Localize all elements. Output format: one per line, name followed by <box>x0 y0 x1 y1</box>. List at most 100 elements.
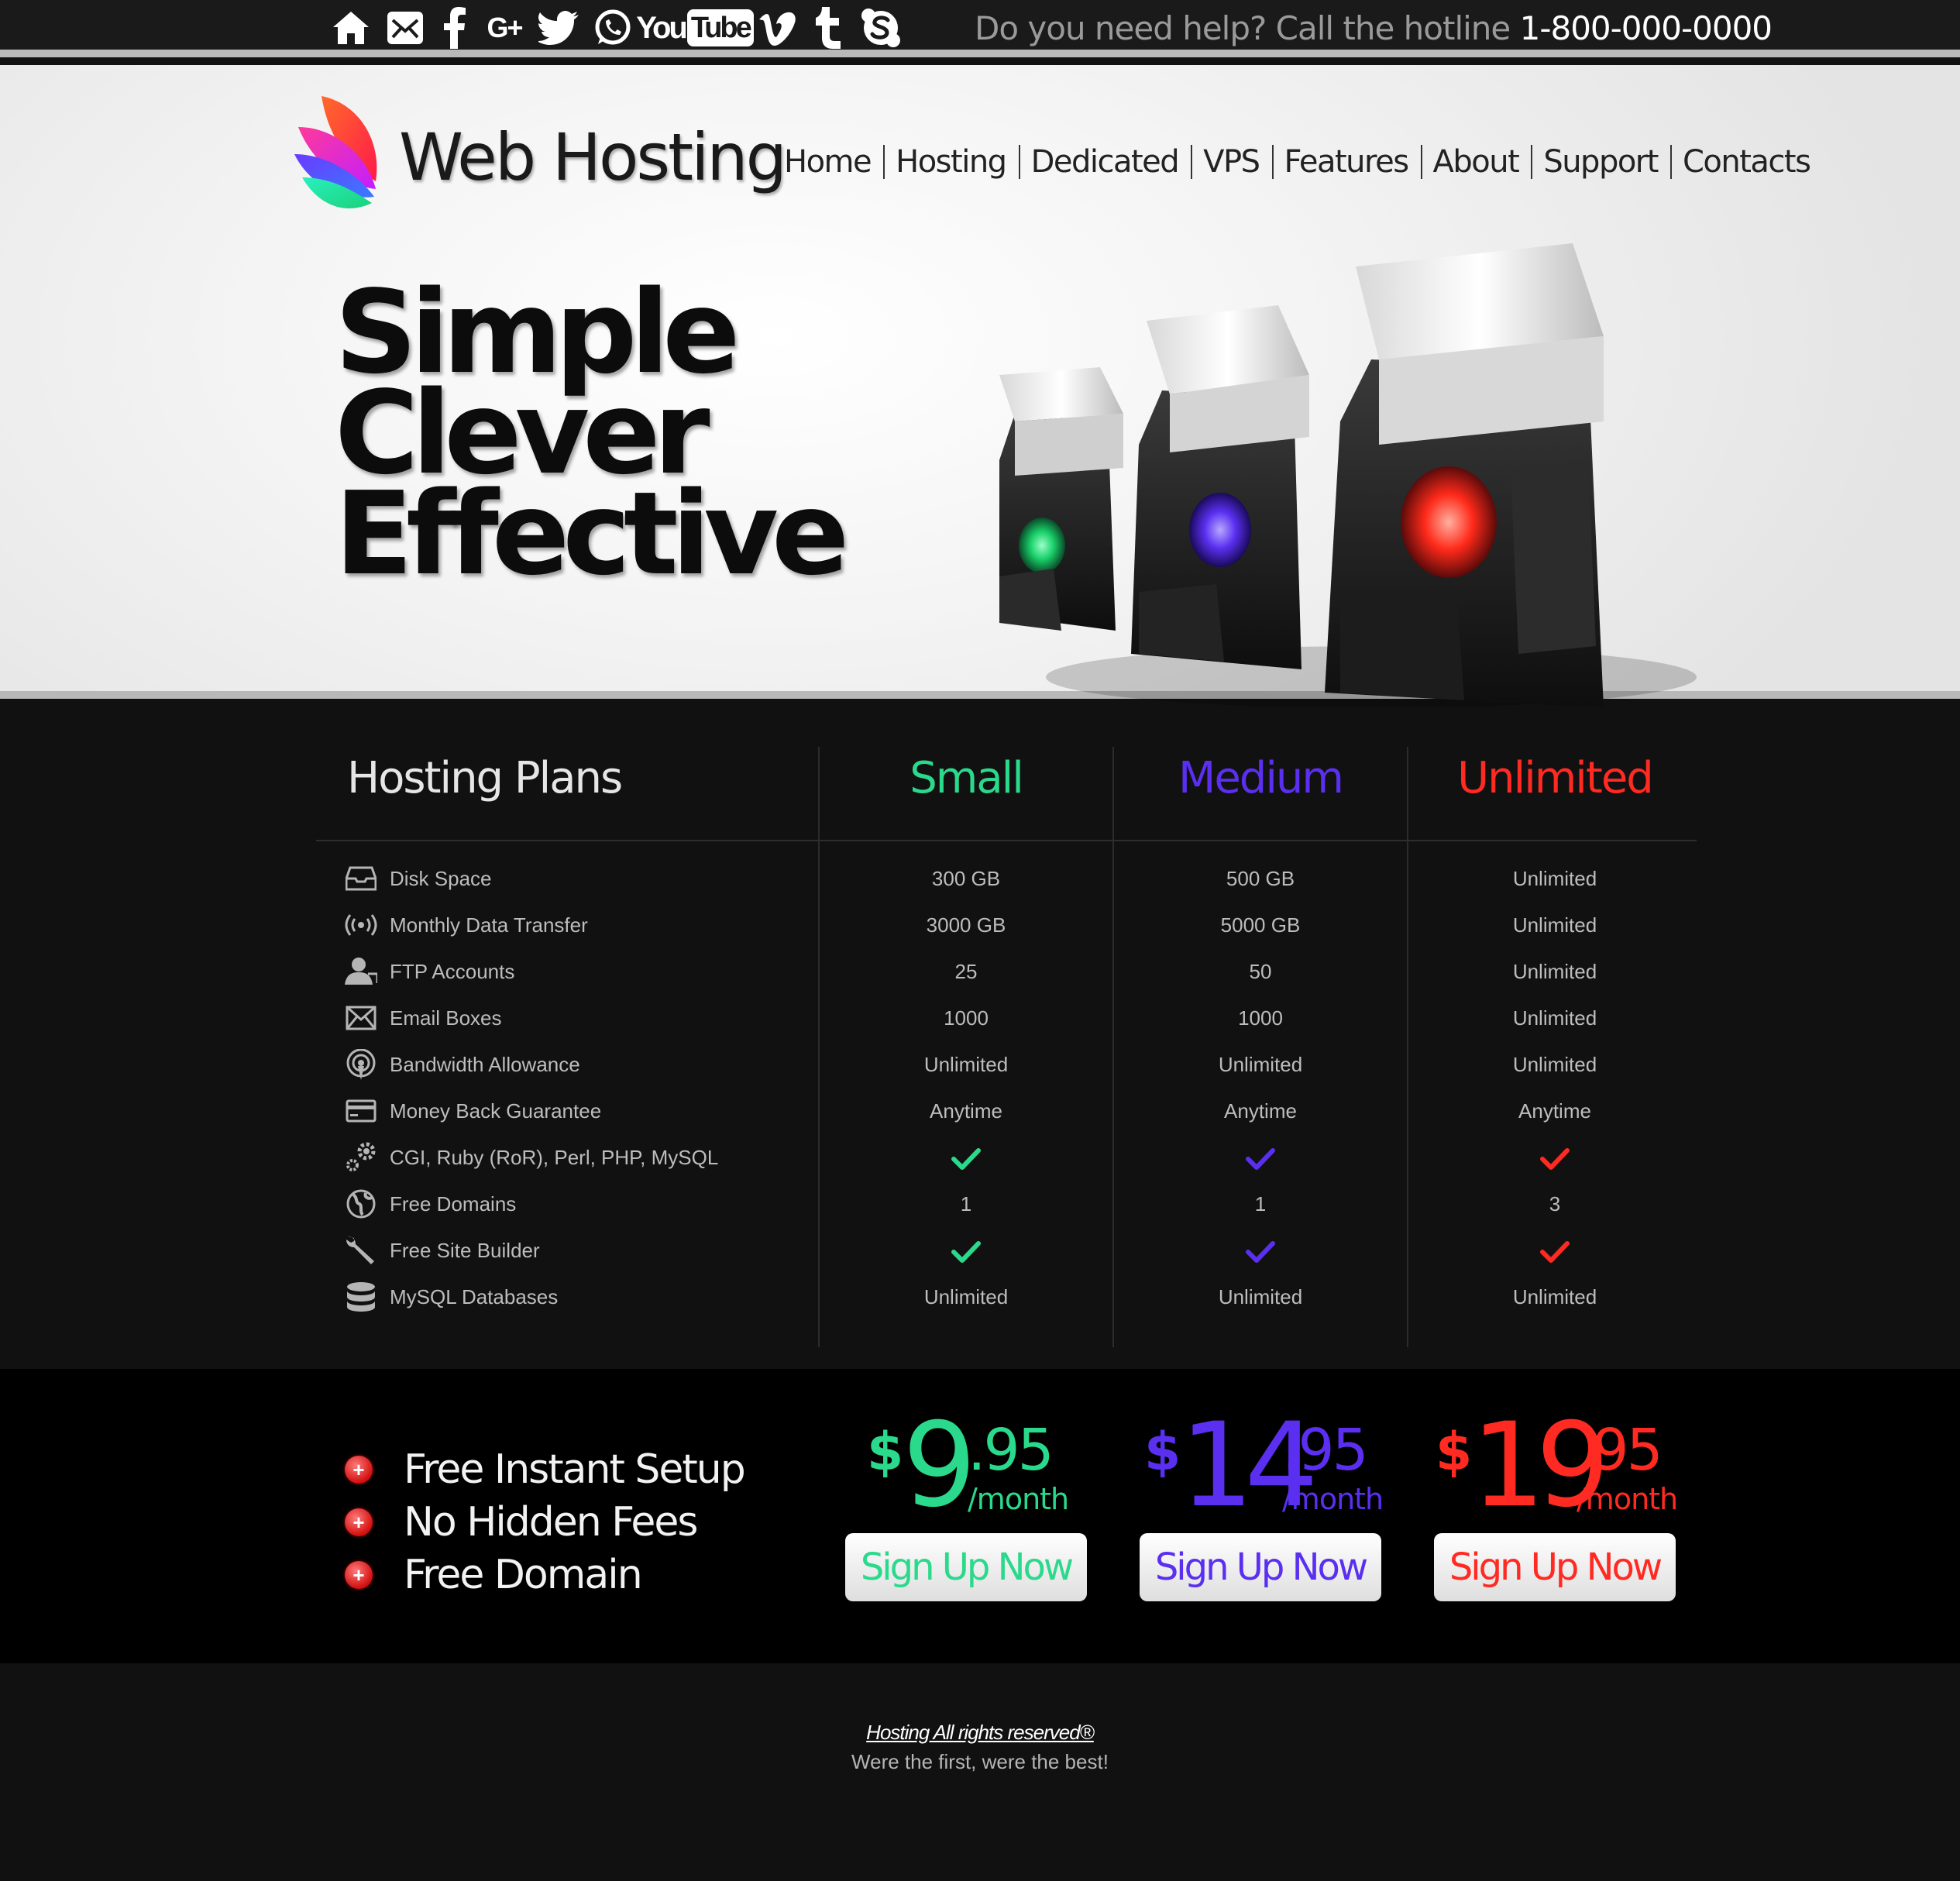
tumblr-icon[interactable] <box>810 5 848 51</box>
nav-dedicated[interactable]: Dedicated <box>1031 144 1188 180</box>
feature-row-label: Bandwidth Allowance <box>345 1041 580 1088</box>
hero-line-3: Effective <box>335 467 849 600</box>
perk-label: Free Domain <box>404 1552 643 1598</box>
feature-row-label: Free Domains <box>345 1181 516 1227</box>
feature-row-label: CGI, Ruby (RoR), Perl, PHP, MySQL <box>345 1134 718 1181</box>
feature-value: Anytime <box>930 1099 1002 1123</box>
feature-label: Monthly Data Transfer <box>390 913 588 937</box>
footer: Hosting All rights reserved® Were the fi… <box>0 1663 1960 1881</box>
feature-value: Unlimited <box>1512 960 1597 983</box>
twitter-icon[interactable] <box>537 5 580 51</box>
price-cents: .95 <box>1282 1417 1369 1484</box>
home-icon[interactable] <box>329 5 373 51</box>
plan-head-medium: Medium <box>1178 753 1344 803</box>
feature-label: Email Boxes <box>390 1006 502 1030</box>
feature-label: Free Domains <box>390 1192 517 1216</box>
check-icon <box>1113 1227 1408 1274</box>
feature-value: 25 <box>954 960 978 983</box>
plan-head-unlimited: Unlimited <box>1457 753 1654 803</box>
nav-hosting[interactable]: Hosting <box>896 144 1015 180</box>
facebook-icon[interactable] <box>438 5 472 51</box>
price-period: /month <box>1577 1482 1678 1516</box>
feature-row-label: Monthly Data Transfer <box>345 902 588 948</box>
logo-icon[interactable] <box>291 88 391 212</box>
server-unlimited <box>1325 243 1604 708</box>
nav-divider <box>1420 145 1422 179</box>
feature-value: 1000 <box>1238 1006 1283 1030</box>
feature-row-label: Email Boxes <box>345 995 502 1041</box>
feature-value: Anytime <box>1224 1099 1297 1123</box>
youtube-icon[interactable]: You Tube <box>636 5 754 51</box>
globe-icon <box>345 1188 377 1220</box>
pricing-section: + Free Instant Setup + No Hidden Fees + … <box>0 1369 1960 1663</box>
signup-button-unlimited[interactable]: Sign Up Now <box>1434 1533 1676 1601</box>
price-whole: 9 <box>903 1398 977 1533</box>
server-small <box>999 367 1123 631</box>
feature-value: Unlimited <box>923 1285 1009 1308</box>
feature-value: Unlimited <box>1218 1285 1303 1308</box>
credit-card-icon <box>345 1095 377 1127</box>
whatsapp-icon[interactable] <box>591 5 634 51</box>
feature-label: Bandwidth Allowance <box>390 1052 580 1076</box>
plus-circle-icon: + <box>345 1508 373 1536</box>
nav-about[interactable]: About <box>1433 144 1528 180</box>
feature-value: 3000 GB <box>926 913 1006 937</box>
hero-headline: Simple Clever Effective <box>335 275 877 600</box>
feature-label: FTP Accounts <box>390 959 515 983</box>
nav-support[interactable]: Support <box>1543 144 1667 180</box>
google-plus-icon[interactable]: G+ <box>483 5 526 51</box>
server-medium <box>1131 305 1309 669</box>
main-nav: Home Hosting Dedicated VPS Features Abou… <box>784 144 1819 180</box>
feature-value: 1 <box>1254 1192 1267 1216</box>
price-medium: $14.95/month <box>1113 1408 1408 1524</box>
nav-divider <box>1531 145 1533 179</box>
perk-label: No Hidden Fees <box>404 1499 698 1546</box>
mail-icon[interactable] <box>383 5 427 51</box>
header-divider <box>316 840 1697 841</box>
vimeo-icon[interactable] <box>755 5 799 51</box>
price-period: /month <box>968 1482 1069 1516</box>
feature-label: Disk Space <box>390 866 492 890</box>
plan-head-small: Small <box>910 753 1024 803</box>
wrench-icon <box>345 1234 377 1267</box>
nav-contacts[interactable]: Contacts <box>1683 144 1819 180</box>
feature-value: 3 <box>1549 1192 1561 1216</box>
nav-features[interactable]: Features <box>1284 144 1418 180</box>
feature-value: 1000 <box>944 1006 989 1030</box>
feature-value: 1 <box>960 1192 972 1216</box>
hotline: Do you need help? Call the hotline 1-800… <box>975 9 1773 48</box>
google-plus-label: G+ <box>487 12 523 43</box>
check-icon <box>1113 1134 1408 1181</box>
nav-home[interactable]: Home <box>784 144 880 180</box>
feature-value: 500 GB <box>1226 867 1295 890</box>
price-cents: .95 <box>1577 1417 1663 1484</box>
feature-row-label: FTP Accounts <box>345 948 514 995</box>
gears-icon <box>345 1141 377 1174</box>
brand-name[interactable]: Web Hosting <box>399 119 787 195</box>
signup-button-medium[interactable]: Sign Up Now <box>1140 1533 1381 1601</box>
hero: Web Hosting Home Hosting Dedicated VPS F… <box>0 65 1960 708</box>
signup-button-small[interactable]: Sign Up Now <box>845 1533 1087 1601</box>
feature-row-label: MySQL Databases <box>345 1274 558 1320</box>
social-links: G+ You Tube <box>329 5 913 51</box>
price-currency: $ <box>1144 1422 1181 1483</box>
nav-vps[interactable]: VPS <box>1203 144 1268 180</box>
feature-value: 5000 GB <box>1220 913 1301 937</box>
skype-icon[interactable] <box>859 5 903 51</box>
price-currency: $ <box>867 1422 904 1483</box>
feature-row-label: Free Site Builder <box>345 1227 540 1274</box>
perk-item: + No Hidden Fees <box>345 1499 698 1546</box>
youtube-tube-label: Tube <box>690 12 752 44</box>
top-bar: G+ You Tube Do you need help? Call the h… <box>0 0 1960 57</box>
check-icon <box>819 1227 1113 1274</box>
nav-divider <box>1191 145 1193 179</box>
feature-value: Unlimited <box>1512 913 1597 937</box>
hotline-number[interactable]: 1-800-000-0000 <box>1520 9 1773 47</box>
hotline-text: Do you need help? Call the hotline <box>975 9 1520 47</box>
feature-value: Unlimited <box>1218 1053 1303 1076</box>
plus-circle-icon: + <box>345 1561 373 1589</box>
nav-divider <box>1271 145 1274 179</box>
plus-circle-icon: + <box>345 1456 373 1484</box>
feature-row-label: Disk Space <box>345 855 492 902</box>
copyright-link[interactable]: Hosting All rights reserved® <box>0 1721 1960 1745</box>
